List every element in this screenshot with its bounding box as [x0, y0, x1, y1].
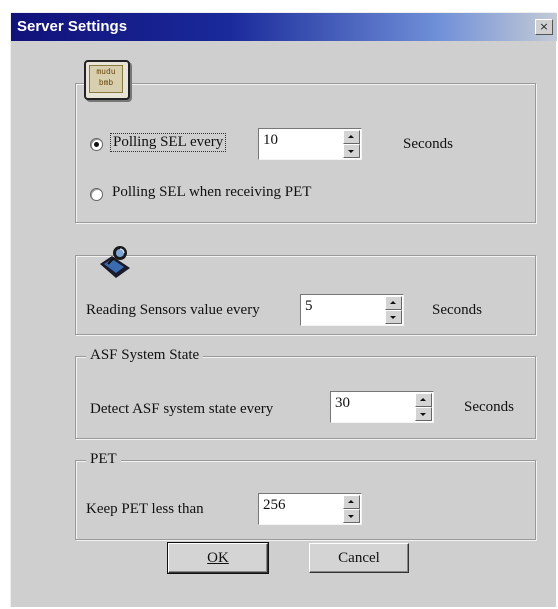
polling-sel-on-pet-radio[interactable] — [90, 188, 103, 201]
sensor-satellite-icon-graphic — [100, 246, 130, 278]
asf-unit-label: Seconds — [464, 399, 514, 415]
asf-group-legend: ASF System State — [86, 347, 204, 364]
title-bar[interactable]: Server Settings × — [11, 13, 557, 41]
polling-sel-on-pet-label[interactable]: Polling SEL when receiving PET — [112, 184, 311, 201]
detect-asf-label: Detect ASF system state every — [90, 401, 274, 417]
polling-sel-every-radio[interactable] — [90, 138, 103, 151]
polling-interval-down-arrow-icon[interactable] — [343, 144, 360, 158]
polling-unit-label: Seconds — [403, 136, 453, 152]
pet-limit-input[interactable] — [263, 497, 323, 514]
sensor-interval-spin-buttons — [385, 296, 402, 324]
pet-limit-up-arrow-icon[interactable] — [343, 495, 360, 509]
sel-log-icon: mudu bmb — [84, 60, 130, 100]
sensor-satellite-icon — [96, 244, 136, 280]
keep-pet-label: Keep PET less than — [86, 501, 204, 517]
sensor-reading-group: Reading Sensors value every Seconds — [75, 246, 536, 335]
sel-polling-group: mudu bmb Polling SEL every Seconds Polli… — [75, 60, 536, 223]
reading-sensors-label: Reading Sensors value every — [86, 302, 260, 318]
asf-interval-down-arrow-icon[interactable] — [415, 407, 432, 421]
asf-interval-up-arrow-icon[interactable] — [415, 393, 432, 407]
asf-interval-spin-buttons — [415, 393, 432, 421]
pet-limit-stepper[interactable] — [258, 493, 362, 525]
sensor-interval-up-arrow-icon[interactable] — [385, 296, 402, 310]
cancel-button[interactable]: Cancel — [309, 543, 409, 573]
window-title: Server Settings — [17, 18, 128, 35]
asf-system-state-group: ASF System State Detect ASF system state… — [75, 347, 536, 439]
server-settings-dialog: Server Settings × mudu bmb Polling SEL e… — [10, 12, 557, 607]
ok-button[interactable]: OK — [167, 542, 269, 574]
sensor-interval-stepper[interactable] — [300, 294, 404, 326]
sensor-interval-down-arrow-icon[interactable] — [385, 310, 402, 324]
ok-button-label: OK — [207, 550, 229, 566]
sel-log-icon-text-2: bmb — [98, 78, 114, 87]
polling-interval-input[interactable] — [263, 132, 323, 149]
pet-limit-down-arrow-icon[interactable] — [343, 509, 360, 523]
sensor-unit-label: Seconds — [432, 302, 482, 318]
polling-interval-stepper[interactable] — [258, 128, 362, 160]
sel-log-icon-text-1: mudu — [96, 67, 116, 76]
polling-interval-up-arrow-icon[interactable] — [343, 130, 360, 144]
cancel-button-label: Cancel — [338, 550, 380, 566]
pet-limit-spin-buttons — [343, 495, 360, 523]
asf-interval-input[interactable] — [335, 395, 395, 412]
polling-sel-every-label[interactable]: Polling SEL every — [110, 133, 227, 152]
sensor-interval-input[interactable] — [305, 298, 365, 315]
pet-group: PET Keep PET less than — [75, 451, 536, 540]
pet-group-legend: PET — [86, 451, 121, 468]
close-icon[interactable]: × — [535, 19, 553, 35]
asf-interval-stepper[interactable] — [330, 391, 434, 423]
polling-interval-spin-buttons — [343, 130, 360, 158]
